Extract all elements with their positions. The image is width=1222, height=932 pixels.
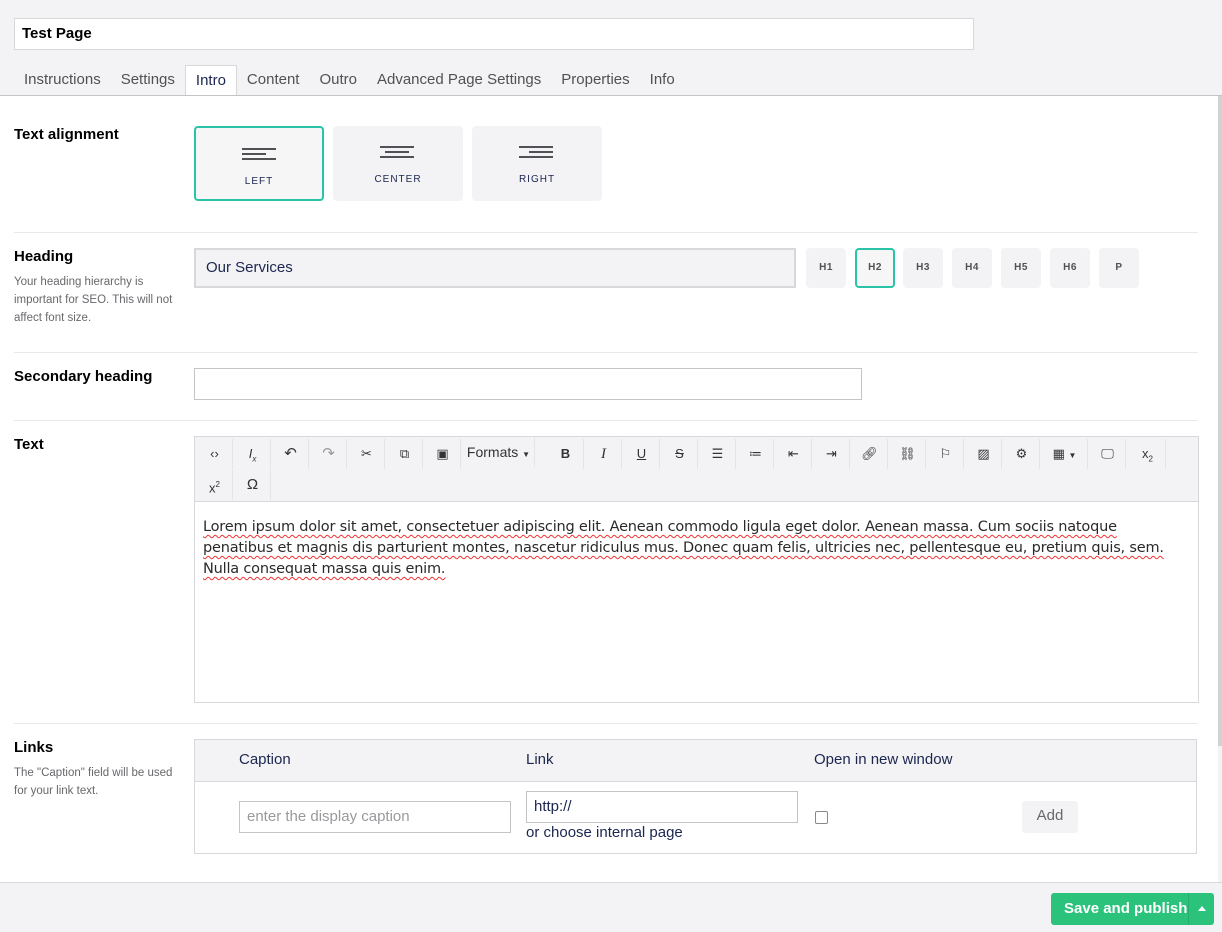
underline-icon[interactable]: U [624,439,660,469]
heading-level-p[interactable]: P [1099,248,1139,288]
footer-divider [0,882,1222,883]
editor-content[interactable]: Lorem ipsum dolor sit amet, consectetuer… [195,502,1198,595]
tabs-divider [0,95,1222,96]
text-label: Text [14,436,44,453]
save-and-publish-button[interactable]: Save and publish [1051,893,1214,925]
macro-icon[interactable]: ⚙ [1004,439,1040,469]
align-center-label: CENTER [374,174,422,185]
divider [14,232,1198,233]
align-center-button[interactable]: CENTER [333,126,463,201]
tab-advanced-page-settings[interactable]: Advanced Page Settings [367,65,551,96]
caret-up-icon[interactable] [1188,893,1214,925]
align-center-icon [333,144,463,160]
save-and-publish-label: Save and publish [1064,900,1188,917]
links-table: Caption Link Open in new window enter th… [194,739,1197,854]
undo-icon[interactable]: ↶ [273,439,309,469]
links-label: Links [14,739,54,756]
link-column-header: Link [526,751,554,768]
choose-internal-page-link[interactable]: or choose internal page [526,824,683,841]
heading-level-h6[interactable]: H6 [1050,248,1090,288]
tab-settings[interactable]: Settings [111,65,185,96]
clear-format-icon[interactable]: Ix [235,439,271,469]
divider [14,420,1198,421]
source-code-icon[interactable]: ‹› [197,439,233,469]
caption-column-header: Caption [239,751,291,768]
align-right-button[interactable]: RIGHT [472,126,602,201]
subscript-icon[interactable]: x2 [1130,439,1166,469]
link-url-input[interactable]: http:// [526,791,798,823]
align-left-icon [196,146,322,162]
divider [14,723,1198,724]
open-new-window-column-header: Open in new window [814,751,953,768]
tab-intro[interactable]: Intro [184,65,237,96]
link-icon[interactable]: 🔗︎ [852,439,888,469]
heading-label: Heading [14,248,74,265]
caption-input[interactable]: enter the display caption [239,801,511,833]
secondary-heading-input[interactable] [194,368,862,400]
heading-description: Your heading hierarchy is important for … [14,276,173,324]
anchor-icon[interactable]: ⚐ [928,439,964,469]
heading-level-h1[interactable]: H1 [806,248,846,288]
heading-level-h3[interactable]: H3 [903,248,943,288]
scrollbar[interactable] [1218,96,1222,746]
heading-level-h2[interactable]: H2 [855,248,895,288]
cut-icon[interactable]: ✂ [349,439,385,469]
redo-icon[interactable]: ↷ [311,439,347,469]
heading-input[interactable]: Our Services [194,248,796,288]
text-alignment-label: Text alignment [14,126,119,143]
formats-label: Formats [466,444,519,460]
heading-level-h4[interactable]: H4 [952,248,992,288]
chevron-down-icon: ▼ [522,450,531,459]
italic-icon[interactable]: I [586,439,622,469]
links-table-header: Caption Link Open in new window [195,740,1196,782]
strikethrough-icon[interactable]: S [662,439,698,469]
tab-instructions[interactable]: Instructions [14,65,111,96]
tab-outro[interactable]: Outro [309,65,367,96]
tab-properties[interactable]: Properties [551,65,639,96]
editor-toolbar: ‹› Ix ↶ ↷ ✂ ⧉ ▣ Formats ▼ B I U S ☰ ≔ ⇤ … [195,437,1198,502]
numbered-list-icon[interactable]: ≔ [738,439,774,469]
special-char-icon[interactable]: Ω [235,470,271,500]
formats-dropdown[interactable]: Formats ▼ [463,437,535,467]
align-right-icon [472,144,602,160]
heading-level-h5[interactable]: H5 [1001,248,1041,288]
image-icon[interactable]: ▨ [966,439,1002,469]
align-right-label: RIGHT [518,174,556,185]
open-new-window-checkbox[interactable] [815,811,828,824]
table-icon[interactable]: ▦ ▼ [1042,439,1088,469]
tab-info[interactable]: Info [640,65,685,96]
links-description: The "Caption" field will be used for you… [14,767,173,797]
rich-text-editor: ‹› Ix ↶ ↷ ✂ ⧉ ▣ Formats ▼ B I U S ☰ ≔ ⇤ … [194,436,1199,703]
tab-content[interactable]: Content [237,65,310,96]
unlink-icon[interactable]: ⛓ [890,439,926,469]
outdent-icon[interactable]: ⇤ [776,439,812,469]
bold-icon[interactable]: B [548,439,584,469]
tab-bar: Instructions Settings Intro Content Outr… [14,65,685,96]
divider [14,352,1198,353]
align-left-label: LEFT [244,176,274,187]
page-name-input[interactable]: Test Page [14,18,974,50]
align-left-button[interactable]: LEFT [194,126,324,201]
add-link-button[interactable]: Add [1022,801,1078,833]
preview-icon[interactable]: 🖵︎ [1090,439,1126,469]
bullet-list-icon[interactable]: ☰ [700,439,736,469]
indent-icon[interactable]: ⇥ [814,439,850,469]
paste-icon[interactable]: ▣ [425,439,461,469]
copy-icon[interactable]: ⧉ [387,439,423,469]
superscript-icon[interactable]: x2 [197,470,233,500]
secondary-heading-label: Secondary heading [14,368,153,385]
